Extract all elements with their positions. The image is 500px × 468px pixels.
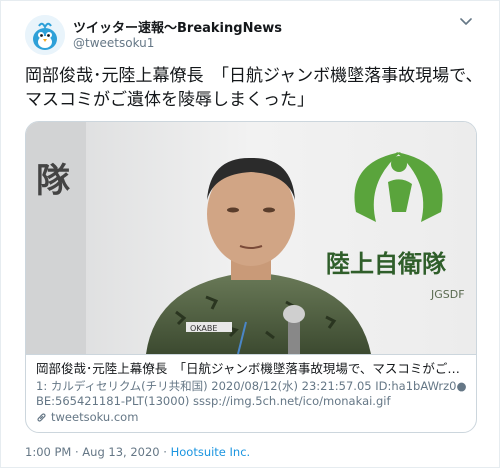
- tweet-text: 岡部俊哉･元陸上幕僚長 「日航ジャンボ機墜落事故現場で、マスコミがご遺体を陵辱し…: [25, 66, 483, 110]
- card-domain[interactable]: tweetsoku.com: [36, 410, 468, 425]
- tweet-container: ツイッター速報〜BreakingNews @tweetsoku1 岡部俊哉･元陸…: [0, 0, 500, 468]
- press-conference-photo: 隊 陸上自衛隊 JGSDF OKABE: [26, 122, 476, 354]
- card-image[interactable]: 隊 陸上自衛隊 JGSDF OKABE: [26, 122, 476, 354]
- name-badge: OKABE: [190, 324, 217, 333]
- sign-text-left: 隊: [36, 161, 70, 201]
- blue-bird-avatar-icon: [25, 15, 65, 55]
- link-preview-card[interactable]: 隊 陸上自衛隊 JGSDF OKABE 岡部俊哉･元陸上幕僚長 「日航ジャンボ機…: [25, 121, 477, 433]
- user-avatar[interactable]: [25, 15, 65, 55]
- user-handle[interactable]: @tweetsoku1: [73, 36, 154, 50]
- card-domain-text: tweetsoku.com: [51, 410, 139, 424]
- card-title[interactable]: 岡部俊哉･元陸上幕僚長 「日航ジャンボ機墜落事故現場で、マスコミがご遺体を陵辱し…: [36, 361, 468, 377]
- source-app-link[interactable]: Hootsuite Inc.: [171, 445, 251, 459]
- tweet-timestamp[interactable]: 1:00 PM · Aug 13, 2020 ·: [25, 445, 171, 459]
- sign-text-small: JGSDF: [430, 288, 465, 301]
- card-description: 1: カルディセリクム(チリ共和国) 2020/08/12(水) 23:21:5…: [36, 379, 467, 408]
- more-options-button[interactable]: [457, 13, 475, 31]
- link-icon: [37, 413, 46, 422]
- sign-text-right: 陸上自衛隊: [326, 250, 447, 278]
- chevron-down-icon: [460, 18, 472, 25]
- tweet-footer: 1:00 PM · Aug 13, 2020 · Hootsuite Inc.: [25, 445, 250, 459]
- card-body[interactable]: 岡部俊哉･元陸上幕僚長 「日航ジャンボ機墜落事故現場で、マスコミがご遺体を陵辱し…: [26, 354, 476, 432]
- display-name[interactable]: ツイッター速報〜BreakingNews: [73, 17, 282, 36]
